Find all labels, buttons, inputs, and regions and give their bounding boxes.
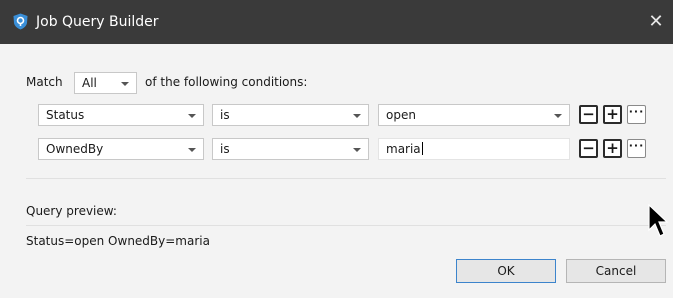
text-caret <box>421 142 423 155</box>
condition-1-operator-select[interactable]: is <box>212 104 369 126</box>
match-mode-value: All <box>82 76 97 90</box>
chevron-down-icon <box>188 148 196 152</box>
condition-2-field-select[interactable]: OwnedBy <box>38 138 204 160</box>
chevron-down-icon <box>121 82 129 86</box>
condition-1-value-select[interactable]: open <box>378 104 570 126</box>
condition-1-remove-button[interactable]: − <box>579 105 598 124</box>
ok-button[interactable]: OK <box>456 259 556 283</box>
condition-2-remove-button[interactable]: − <box>579 139 598 158</box>
condition-2-operator-select[interactable]: is <box>212 138 369 160</box>
close-icon[interactable]: ✕ <box>645 11 667 33</box>
condition-2-more-button[interactable]: ··· <box>627 139 646 158</box>
app-shield-icon <box>13 13 28 30</box>
chevron-down-icon <box>554 114 562 118</box>
divider <box>26 225 666 226</box>
chevron-down-icon <box>188 114 196 118</box>
query-preview-text: Status=open OwnedBy=maria <box>26 234 210 248</box>
match-suffix: of the following conditions: <box>145 75 308 89</box>
window-title: Job Query Builder <box>36 14 159 30</box>
dialog-body: Match All of the following conditions: S… <box>0 44 673 298</box>
divider <box>26 178 666 179</box>
arrow-pointer-icon <box>648 204 669 237</box>
condition-1-add-button[interactable]: + <box>603 105 622 124</box>
title-bar: Job Query Builder ✕ <box>0 0 673 44</box>
condition-2-field: OwnedBy <box>46 142 104 156</box>
condition-2-value-input[interactable]: maria <box>378 138 570 160</box>
match-label: Match <box>26 75 63 89</box>
condition-2-add-button[interactable]: + <box>603 139 622 158</box>
condition-1-field-select[interactable]: Status <box>38 104 204 126</box>
condition-1-operator: is <box>220 108 230 122</box>
condition-1-field: Status <box>46 108 85 122</box>
condition-1-more-button[interactable]: ··· <box>627 105 646 124</box>
chevron-down-icon <box>353 114 361 118</box>
match-mode-select[interactable]: All <box>74 72 137 94</box>
chevron-down-icon <box>353 148 361 152</box>
cancel-button[interactable]: Cancel <box>566 259 666 283</box>
condition-2-value: maria <box>386 142 421 156</box>
condition-1-value: open <box>386 108 416 122</box>
condition-2-operator: is <box>220 142 230 156</box>
query-preview-label: Query preview: <box>26 204 117 218</box>
